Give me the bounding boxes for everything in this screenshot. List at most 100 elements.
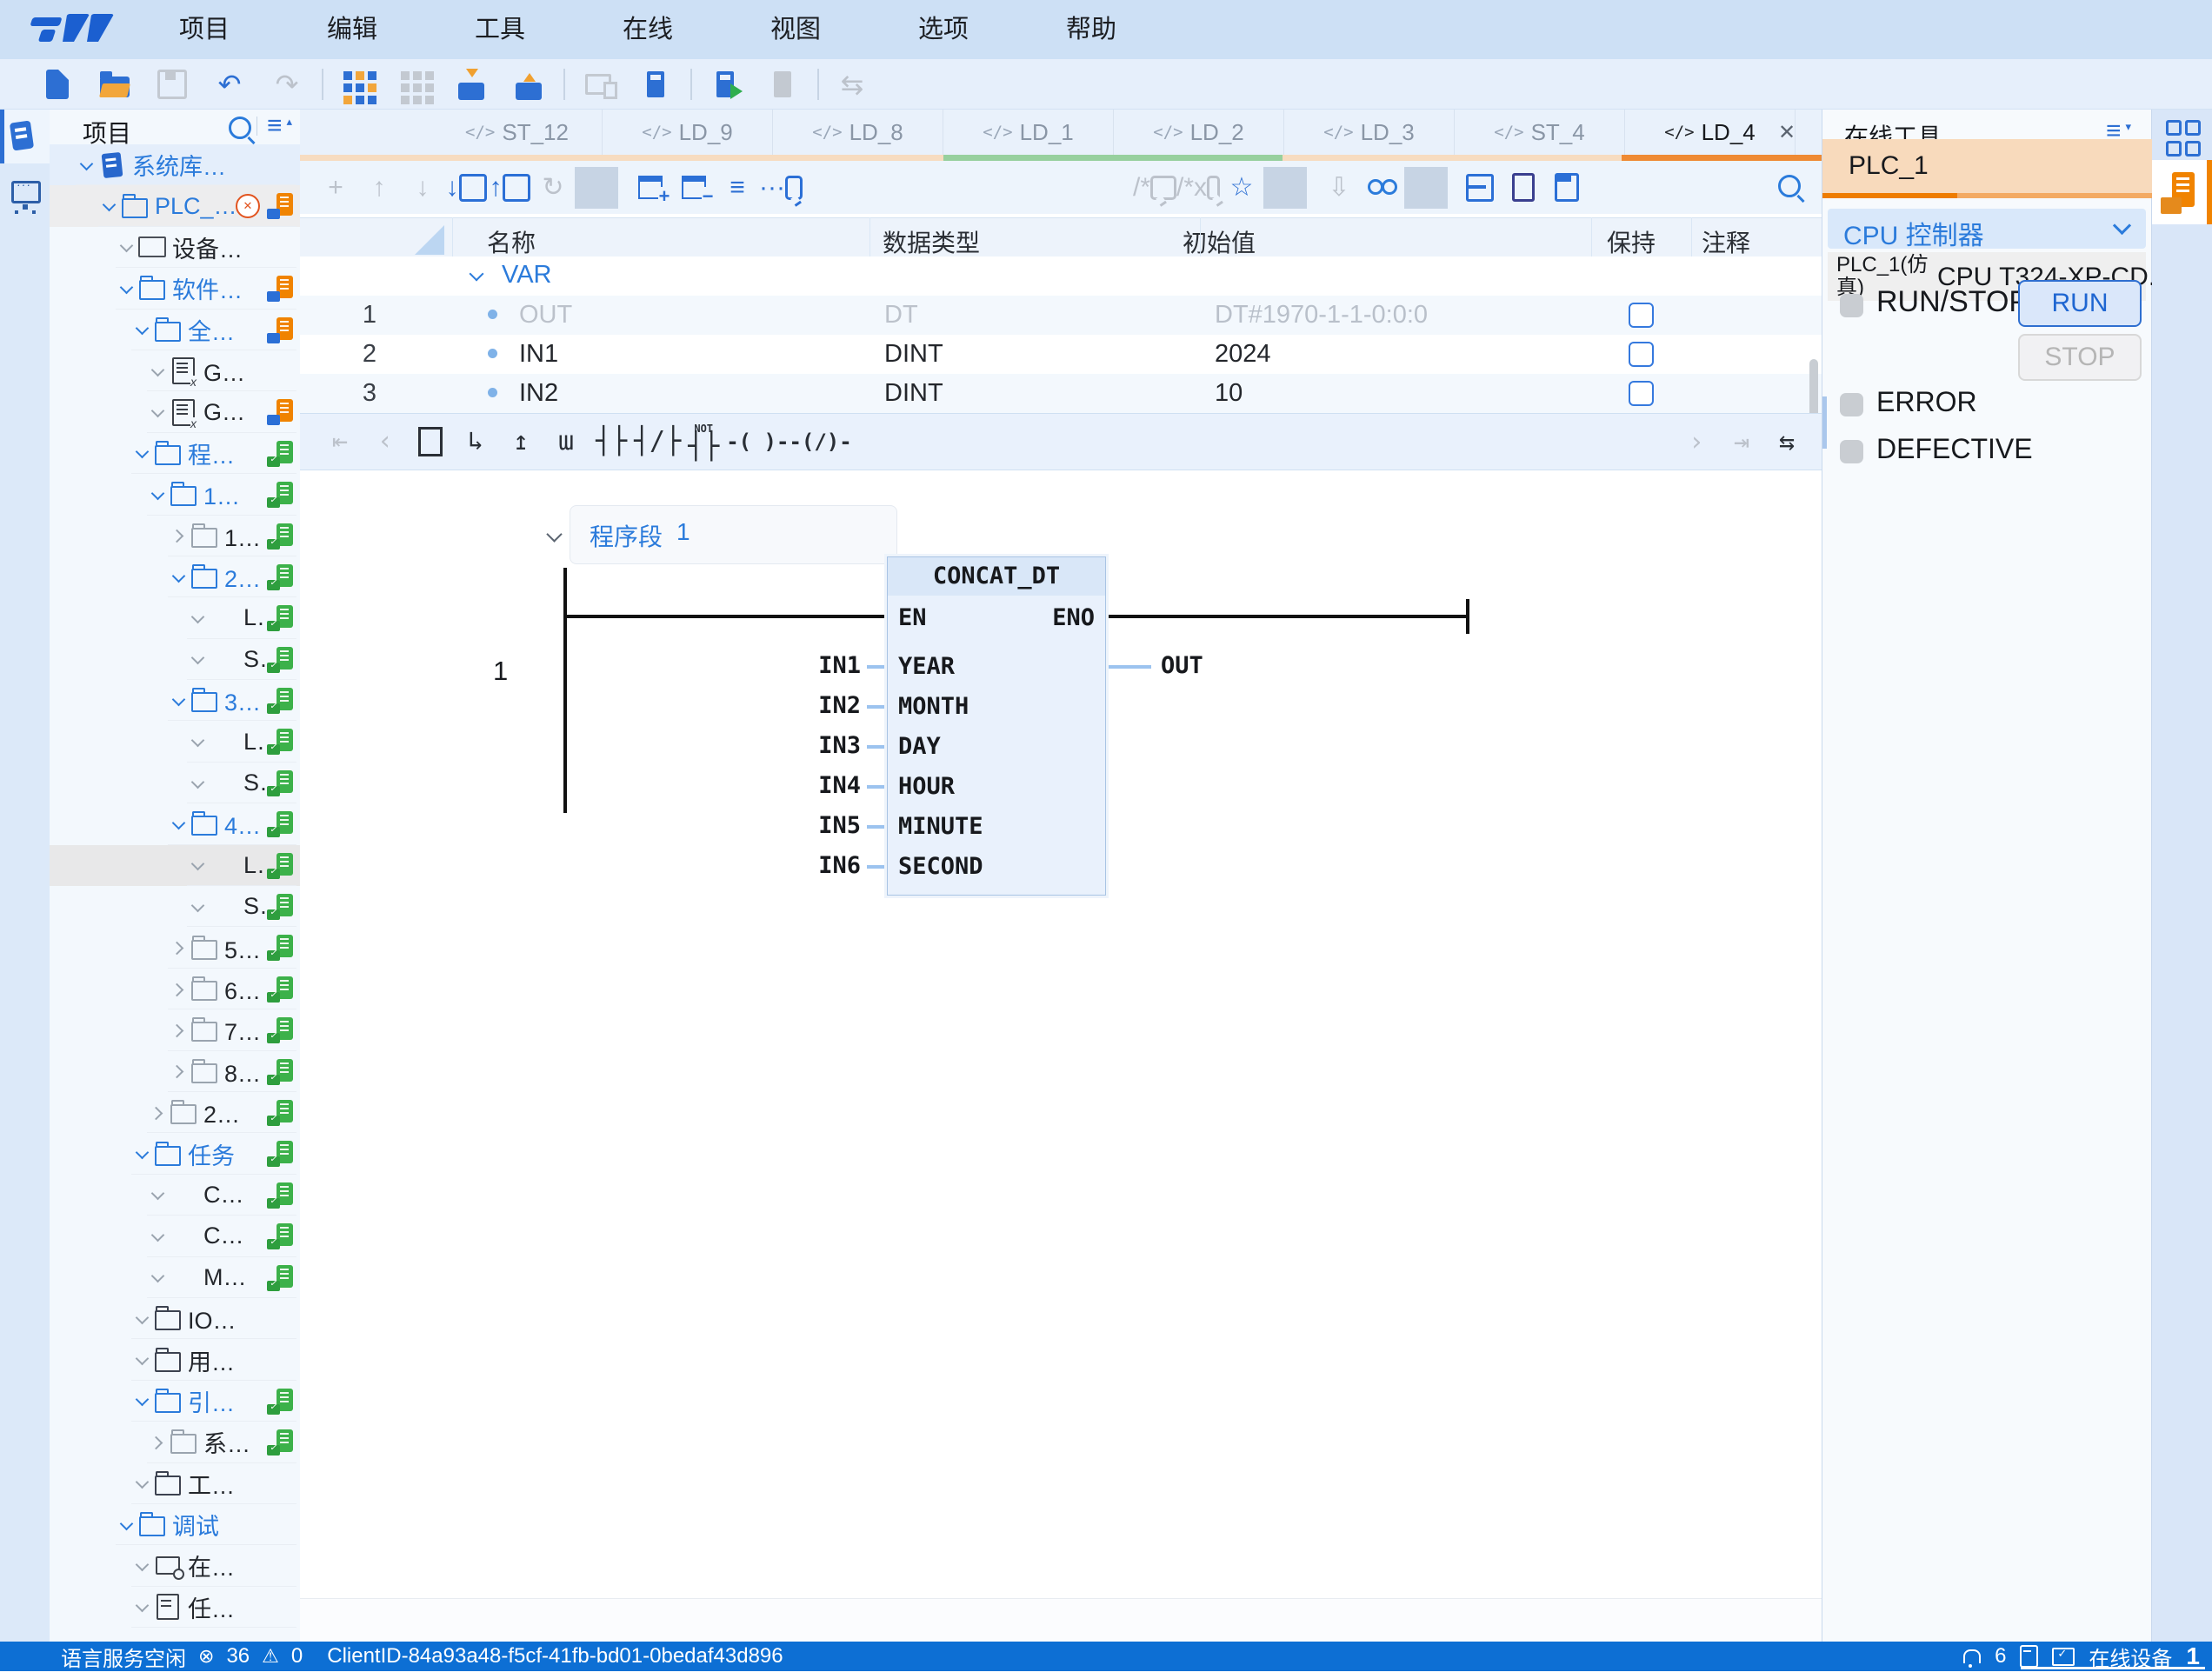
tree-row[interactable]: Cycle_1<10> ✕ [50,1175,300,1216]
menu-item[interactable]: 视图 [722,0,869,59]
variable-row[interactable]: 3 IN2 DINT 10 [300,374,1822,413]
watch-icon[interactable] [1361,167,1404,209]
tree-row[interactable]: 任务监控 ✕ [50,1587,300,1628]
export-icon[interactable]: ↑ [488,167,531,209]
plc-tab[interactable]: PLC_1 [1822,139,2153,193]
tree-row[interactable]: 在线诊断 ✕ [50,1545,300,1586]
variable-init-cell[interactable]: 10 [1215,379,1243,408]
next-network-icon[interactable]: › [1674,421,1719,464]
chevron-icon[interactable] [168,978,190,1001]
tree-row[interactable]: 程序单元 ✕ [50,433,300,474]
chevron-icon[interactable] [131,1308,154,1330]
save-icon[interactable] [150,64,195,104]
variable-init-cell[interactable]: DT#1970-1-1-0:0:0 [1215,301,1428,330]
chevron-icon[interactable] [76,154,98,177]
chevron-icon[interactable] [147,401,170,423]
last-network-icon[interactable]: ⇥ [1719,421,1764,464]
chevron-icon[interactable] [187,854,210,876]
favorite-icon[interactable]: ☆ [1220,167,1263,209]
input-operand[interactable]: IN5 [774,812,861,839]
chevron-down-icon[interactable] [546,526,562,542]
input-operand[interactable]: IN1 [774,652,861,679]
variable-row[interactable]: 2 IN1 DINT 2024 [300,335,1822,374]
chevron-icon[interactable] [116,277,138,300]
divider[interactable] [690,69,692,100]
input-operand[interactable]: IN4 [774,772,861,799]
vertical-scrollbar[interactable] [1809,260,1818,413]
compile-icon[interactable] [334,64,379,104]
menu-item[interactable]: 项目 [130,0,278,59]
chevron-icon[interactable] [187,607,210,629]
chevron-icon[interactable] [168,1019,190,1042]
tree-row[interactable]: ST_3 ✕ [50,763,300,803]
variable-type-cell[interactable]: DT [884,301,918,330]
move-down-icon[interactable]: ↓ [401,167,444,209]
select-all-corner[interactable] [415,225,444,255]
coil-icon[interactable]: -( )- [726,420,789,463]
chevron-icon[interactable] [116,1514,138,1536]
tree-row[interactable]: 软件 <STD> ✕ [50,268,300,309]
tree-row[interactable]: 4日期和时间合并函... ✕ [50,803,300,844]
variable-row[interactable]: 1 OUT DT DT#1970-1-1-0:0:0 [300,296,1822,335]
search-icon[interactable] [229,117,251,139]
tree-row[interactable]: 全局变量集 ✕ [50,310,300,350]
input-operand[interactable]: IN3 [774,732,861,759]
device-io-icon[interactable] [633,64,678,104]
remove-comment-icon[interactable]: /*x [1176,167,1220,209]
contact-open-icon[interactable]: ┤├ [589,420,634,463]
tree-row[interactable]: 7日期和时间拆分函... ✕ [50,1009,300,1050]
swap-view-icon[interactable]: ⇆ [1764,421,1809,464]
chevron-icon[interactable] [168,566,190,589]
chevron-icon[interactable] [147,360,170,383]
open-folder-icon[interactable] [92,64,137,104]
tree-row[interactable]: LD_3 ✕ [50,721,300,762]
divider[interactable] [817,69,819,100]
chevron-icon[interactable] [147,483,170,506]
divider[interactable] [1263,167,1307,209]
chevron-icon[interactable] [131,1142,154,1165]
chevron-down-icon[interactable] [2113,216,2131,235]
download-table-icon[interactable]: ⇩ [1317,167,1361,209]
menu-item[interactable]: 在线 [574,0,722,59]
first-network-icon[interactable]: ⇤ [317,420,363,463]
divider[interactable] [1404,167,1448,209]
add-comment-icon[interactable]: /* [1133,167,1176,209]
chevron-icon[interactable] [168,936,190,959]
input-operand[interactable]: IN6 [774,852,861,879]
project-panel-icon[interactable] [11,122,37,151]
tree-row[interactable]: 系统库高级指令pn_18 ✕ [50,144,300,185]
chevron-icon[interactable] [168,1060,190,1082]
tree-row[interactable]: MainTask<30> ✕ [50,1257,300,1298]
variable-name-cell[interactable]: IN1 [519,340,558,369]
online-tools-tab-icon[interactable] [2152,160,2212,224]
variable-type-cell[interactable]: DINT [884,340,943,369]
cell-view-icon[interactable] [1502,167,1545,209]
chevron-icon[interactable] [131,1555,154,1577]
insert-network-icon[interactable] [408,420,453,463]
menu-item[interactable]: 工具 [426,0,574,59]
branch-down-icon[interactable]: ↳ [453,420,498,463]
run-button[interactable]: RUN [2018,280,2142,327]
tree-row[interactable]: ST_4 ✕ [50,886,300,927]
divider[interactable] [322,69,323,100]
network-config-icon[interactable] [576,64,621,104]
scrollbar-thumb[interactable] [1809,359,1818,413]
tree-row[interactable]: PLC_1[T324-XP-CD-10] ✕ [50,185,300,226]
editor-tab[interactable]: </> LD_1 [943,110,1114,155]
contact-closed-icon[interactable]: ┤/├ [634,420,681,463]
variable-name-cell[interactable]: OUT [519,301,572,330]
function-block[interactable]: CONCAT_DT ENYEARMONTHDAYHOURMINUTESECOND… [887,556,1106,896]
chevron-icon[interactable] [147,1225,170,1248]
refresh-icon[interactable]: ↻ [531,167,575,209]
menu-item[interactable]: 选项 [869,0,1017,59]
contact-not-icon[interactable]: NOT ┤├ [681,420,726,463]
chevron-icon[interactable] [168,689,190,712]
editor-tab[interactable]: </> ST_4 [1455,110,1625,155]
download-to-plc-icon[interactable] [449,64,494,104]
tree-row[interactable]: 5日期拆分函数 ✕ [50,927,300,968]
panel-grid-icon[interactable] [2166,120,2199,153]
tree-row[interactable]: 设备组态 ✕ [50,227,300,268]
tree-row[interactable]: Cycle_2<11> ✕ [50,1216,300,1256]
tree-row[interactable]: LD_2 ✕ [50,597,300,638]
move-up-icon[interactable]: ↑ [357,167,401,209]
